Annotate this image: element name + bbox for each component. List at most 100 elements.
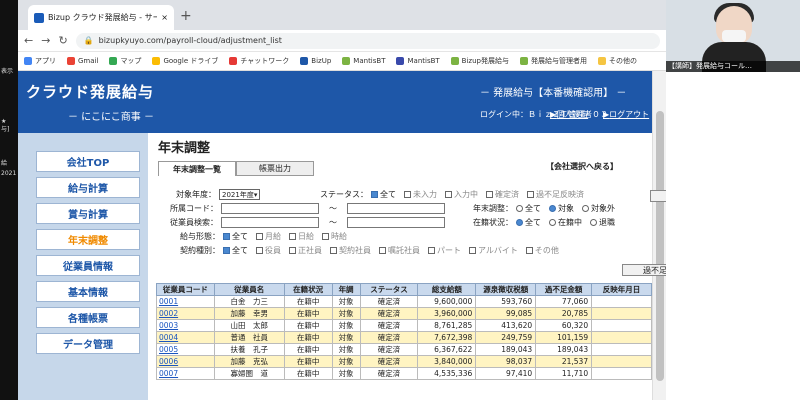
table-row[interactable]: 0006 加藤 克弘 在籍中 対象 確定済 3,840,000 98,037 21,537: [156, 355, 652, 368]
adjust-all-radio[interactable]: 全て: [516, 203, 541, 214]
dept-to-input[interactable]: [347, 203, 445, 214]
contract-other-checkbox[interactable]: その他: [525, 245, 559, 256]
contract-label: 契約種別：: [180, 246, 220, 255]
table-row[interactable]: 0003 山田 太郎 在籍中 対象 確定済 8,761,285 413,620 60,320: [156, 319, 652, 332]
contract-parttime-checkbox[interactable]: パート: [428, 245, 461, 256]
employee-code-link[interactable]: 0001: [156, 295, 215, 308]
browser-window: Bizup クラウド発展給与 - サービス × + ← → ↻ 🔒 bizupk…: [18, 0, 666, 400]
browser-tab[interactable]: Bizup クラウド発展給与 - サービス ×: [28, 5, 174, 30]
new-tab-button[interactable]: +: [180, 8, 192, 24]
table-row[interactable]: 0001 白金 力三 在籍中 対象 確定済 9,600,000 593,760 77,060: [156, 295, 652, 308]
video-feed: 【講師】発展給与コール…: [666, 0, 800, 72]
employee-code-link[interactable]: 0006: [156, 355, 215, 368]
url-field[interactable]: 🔒 bizupkyuyo.com/payroll-cloud/adjustmen…: [75, 32, 660, 49]
logout-link[interactable]: ▶ログアウト: [603, 109, 649, 120]
bookmark-payroll-admin[interactable]: 発展給与管理者用: [519, 56, 587, 66]
forward-icon[interactable]: →: [41, 34, 50, 47]
contract-all-checkbox[interactable]: 全て: [223, 245, 248, 256]
sidebar: 会社TOP 給与計算 賞与計算 年末調整 従業員情報 基本情報 各種帳票 データ…: [18, 133, 148, 400]
adjust-label: 年末調整：: [473, 204, 513, 213]
bookmark-chatwork[interactable]: チャットワーク: [229, 56, 289, 66]
col-difference[interactable]: 過不足金額: [535, 283, 593, 296]
pay-all-checkbox[interactable]: 全て: [223, 231, 248, 242]
col-employee-name[interactable]: 従業員名: [213, 283, 285, 296]
employee-from-input[interactable]: [221, 217, 319, 228]
bookmark-bizup[interactable]: BizUp: [300, 57, 331, 65]
bookmark-mantis[interactable]: MantisBT: [342, 57, 385, 65]
video-label: 【講師】発展給与コール…: [666, 61, 800, 72]
employment-active-radio[interactable]: 在籍中: [549, 217, 582, 228]
bookmark-maps[interactable]: マップ: [109, 56, 141, 66]
status-reflected-checkbox[interactable]: 過不足反映済: [527, 189, 584, 200]
nav-employees[interactable]: 従業員情報: [36, 255, 140, 276]
bookmark-gmail[interactable]: Gmail: [67, 57, 98, 65]
contract-contract-checkbox[interactable]: 契約社員: [330, 245, 371, 256]
year-select[interactable]: 2021年度 ▾: [219, 189, 261, 200]
nav-data[interactable]: データ管理: [36, 333, 140, 354]
left-strip-text: 給: [1, 160, 8, 167]
nav-company-top[interactable]: 会社TOP: [36, 151, 140, 172]
contract-fulltime-checkbox[interactable]: 正社員: [289, 245, 322, 256]
table-cell: 9,600,000: [417, 295, 477, 308]
status-all-checkbox[interactable]: 全て: [371, 189, 396, 200]
employee-code-link[interactable]: 0007: [156, 367, 215, 380]
bookmark-apps[interactable]: アプリ: [24, 56, 56, 66]
dept-from-input[interactable]: [221, 203, 319, 214]
adjust-target-radio[interactable]: 対象: [549, 203, 574, 214]
brand-logo[interactable]: クラウド発展給与: [26, 81, 154, 102]
scrollbar-thumb[interactable]: [656, 111, 664, 381]
left-strip-text: ★: [1, 118, 7, 125]
bookmark-other[interactable]: その他の: [597, 56, 637, 66]
company-select-link[interactable]: 【会社選択へ戻る】: [546, 161, 618, 172]
nav-bonus[interactable]: 賞与計算: [36, 203, 140, 224]
col-withholding[interactable]: 源泉徴収税額: [475, 283, 537, 296]
reload-icon[interactable]: ↻: [58, 34, 67, 47]
table-row[interactable]: 0002 加藤 幸男 在籍中 対象 確定済 3,960,000 99,085 20,785: [156, 307, 652, 320]
table-cell: 189,043: [535, 343, 593, 356]
col-adjust[interactable]: 年調: [331, 283, 361, 296]
employment-retired-radio[interactable]: 退職: [590, 217, 615, 228]
dept-label: 所属コード：: [170, 204, 218, 213]
employee-to-input[interactable]: [347, 217, 445, 228]
bookmark-drive[interactable]: Google ドライブ: [152, 56, 218, 66]
employment-all-radio[interactable]: 全て: [516, 217, 541, 228]
table-row[interactable]: 0005 扶養 孔子 在籍中 対象 確定済 6,367,622 189,043 189,043: [156, 343, 652, 356]
employee-code-link[interactable]: 0004: [156, 331, 215, 344]
employee-code-link[interactable]: 0002: [156, 307, 215, 320]
nav-year-end[interactable]: 年末調整: [36, 229, 140, 250]
nav-reports[interactable]: 各種帳票: [36, 307, 140, 328]
bookmark-bizup-payroll[interactable]: Bizup発展給与: [450, 56, 509, 66]
pay-monthly-checkbox[interactable]: 月給: [256, 231, 281, 242]
app-header: クラウド発展給与 － にこにこ商事 － － 発展給与【本番機確認用】 － ログイ…: [18, 71, 652, 133]
contract-arbeit-checkbox[interactable]: アルバイト: [469, 245, 518, 256]
page-scrollbar[interactable]: [652, 71, 666, 400]
table-cell: 確定済: [359, 295, 419, 308]
pay-hourly-checkbox[interactable]: 時給: [322, 231, 347, 242]
table-row[interactable]: 0004 普通 社員 在籍中 対象 確定済 7,672,398 249,759 101,159: [156, 331, 652, 344]
tab-year-end-list[interactable]: 年末調整一覧: [158, 161, 236, 176]
personal-settings-link[interactable]: ▶個人設定: [550, 109, 588, 120]
employee-code-link[interactable]: 0005: [156, 343, 215, 356]
nav-basic-info[interactable]: 基本情報: [36, 281, 140, 302]
table-cell: 6,367,622: [417, 343, 477, 356]
contract-temp-checkbox[interactable]: 嘱託社員: [379, 245, 420, 256]
col-reflect-date[interactable]: 反映年月日: [591, 283, 652, 296]
col-total-pay[interactable]: 総支給額: [417, 283, 477, 296]
contract-officer-checkbox[interactable]: 役員: [256, 245, 281, 256]
tab-report-output[interactable]: 帳票出力: [236, 161, 314, 176]
status-unentered-checkbox[interactable]: 未入力: [404, 189, 437, 200]
pay-daily-checkbox[interactable]: 日給: [289, 231, 314, 242]
status-entering-checkbox[interactable]: 入力中: [445, 189, 478, 200]
table-row[interactable]: 0007 寡婦圏 道在籍中 対象 確定済 4,535,336 97,410 11,710: [156, 367, 652, 380]
bookmark-mantis-2[interactable]: MantisBT: [396, 57, 440, 65]
col-status[interactable]: ステータス: [359, 283, 419, 296]
adjust-excluded-radio[interactable]: 対象外: [582, 203, 615, 214]
close-tab-icon[interactable]: ×: [161, 13, 168, 22]
col-employee-code[interactable]: 従業員コード: [156, 283, 215, 296]
back-icon[interactable]: ←: [24, 34, 33, 47]
table-cell: 普通 社員: [213, 331, 285, 344]
employee-code-link[interactable]: 0003: [156, 319, 215, 332]
nav-payroll[interactable]: 給与計算: [36, 177, 140, 198]
col-employment[interactable]: 在籍状況: [283, 283, 333, 296]
status-confirmed-checkbox[interactable]: 確定済: [486, 189, 519, 200]
